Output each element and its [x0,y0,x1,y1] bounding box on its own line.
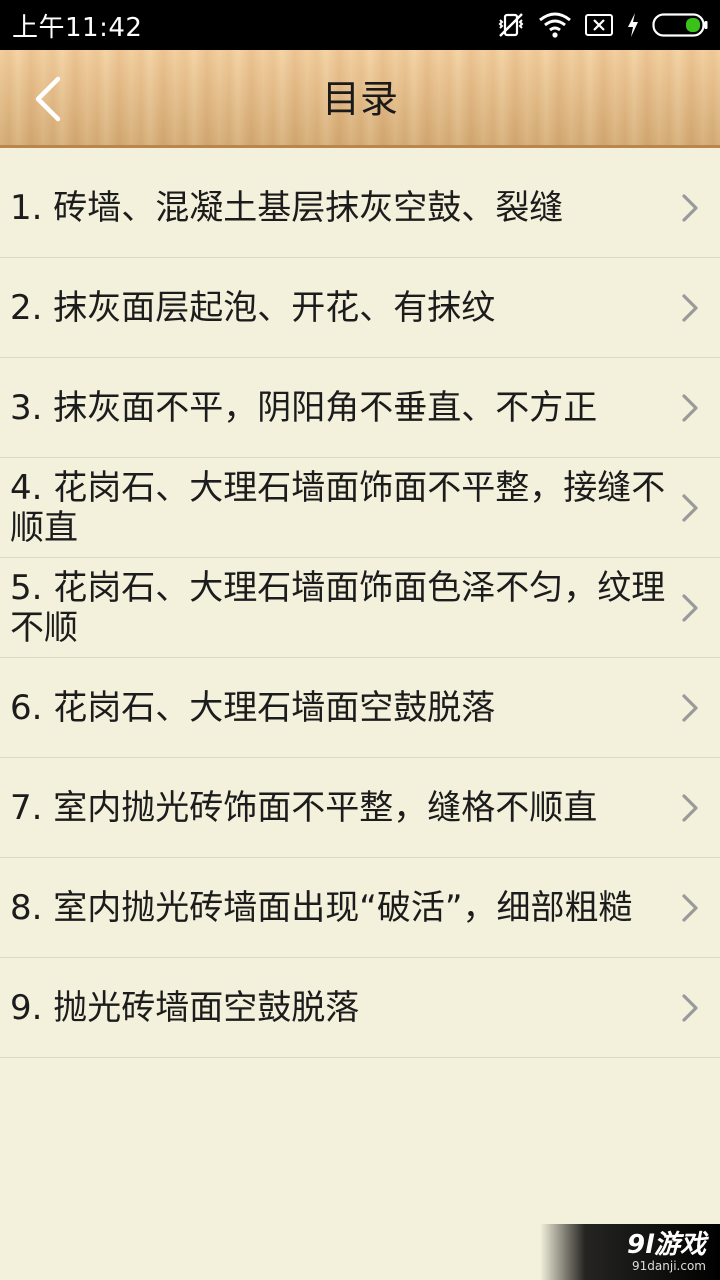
page-title: 目录 [321,77,398,121]
title-bar: 目录 [0,50,720,148]
sim-none-icon [584,12,614,38]
toc-item[interactable]: 5. 花岗石、大理石墙面饰面色泽不匀，纹理不顺 [0,558,720,658]
toc-item[interactable]: 6. 花岗石、大理石墙面空鼓脱落 [0,658,720,758]
watermark-logo: 9l游戏 [626,1230,706,1260]
vibrate-off-icon [496,10,526,40]
toc-item-label: 8. 室内抛光砖墙面出现“破活”，细部粗糙 [10,887,633,928]
back-button[interactable] [22,72,72,126]
toc-item-label: 3. 抹灰面不平，阴阳角不垂直、不方正 [10,387,598,428]
toc-item[interactable]: 2. 抹灰面层起泡、开花、有抹纹 [0,258,720,358]
status-icons [496,10,708,40]
chevron-right-icon [682,293,698,322]
toc-item-label: 5. 花岗石、大理石墙面饰面色泽不匀，纹理不顺 [10,567,666,648]
toc-item-label: 4. 花岗石、大理石墙面饰面不平整，接缝不顺直 [10,467,666,548]
wifi-icon [538,11,572,39]
status-time: 上午11:42 [12,12,143,43]
chevron-right-icon [682,793,698,822]
watermark: 9l游戏 91danji.com [540,1224,720,1280]
chevron-right-icon [682,593,698,622]
chevron-right-icon [682,693,698,722]
charging-icon [626,12,640,38]
chevron-right-icon [682,893,698,922]
toc-item[interactable]: 9. 抛光砖墙面空鼓脱落 [0,958,720,1058]
chevron-left-icon [35,76,61,122]
battery-icon [652,12,708,38]
toc-item-label: 7. 室内抛光砖饰面不平整，缝格不顺直 [10,787,598,828]
chevron-right-icon [682,493,698,522]
toc-item[interactable]: 1. 砖墙、混凝土基层抹灰空鼓、裂缝 [0,158,720,258]
toc-item-label: 9. 抛光砖墙面空鼓脱落 [10,987,360,1028]
toc-item[interactable]: 8. 室内抛光砖墙面出现“破活”，细部粗糙 [0,858,720,958]
chevron-right-icon [682,393,698,422]
toc-item[interactable]: 4. 花岗石、大理石墙面饰面不平整，接缝不顺直 [0,458,720,558]
toc-item[interactable]: 7. 室内抛光砖饰面不平整，缝格不顺直 [0,758,720,858]
chevron-right-icon [682,193,698,222]
toc-item-label: 2. 抹灰面层起泡、开花、有抹纹 [10,287,496,328]
toc-item[interactable]: 3. 抹灰面不平，阴阳角不垂直、不方正 [0,358,720,458]
watermark-url: 91danji.com [632,1259,706,1273]
chevron-right-icon [682,993,698,1022]
toc-item-label: 6. 花岗石、大理石墙面空鼓脱落 [10,687,496,728]
toc-item-label: 1. 砖墙、混凝土基层抹灰空鼓、裂缝 [10,187,564,228]
status-bar: 上午11:42 [0,0,720,50]
toc-list: 1. 砖墙、混凝土基层抹灰空鼓、裂缝 2. 抹灰面层起泡、开花、有抹纹 3. 抹… [0,158,720,1058]
